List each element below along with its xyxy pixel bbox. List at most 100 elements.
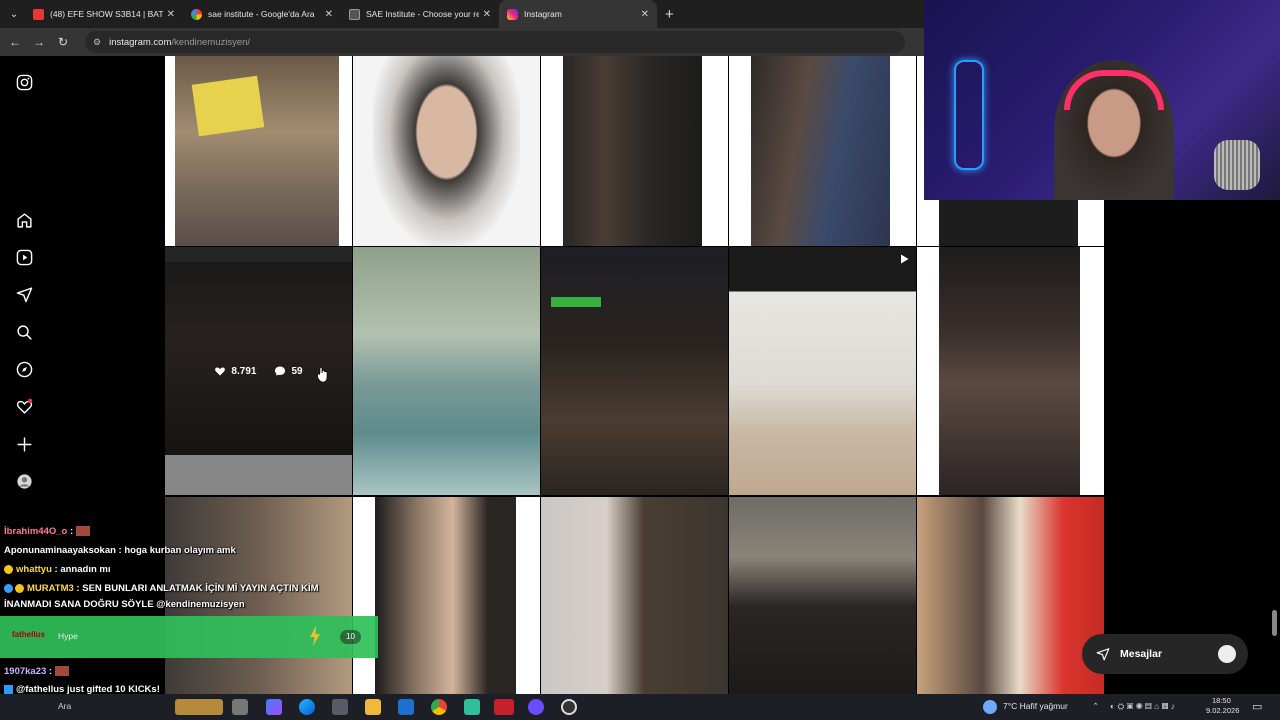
discord-icon[interactable] [528, 699, 544, 715]
url-path: /kendinemuzisyen/ [171, 36, 251, 48]
url-field[interactable]: ⚙ instagram.com /kendinemuzisyen/ [85, 31, 905, 53]
comment-icon [275, 366, 286, 376]
instagram-icon [507, 8, 518, 20]
send-icon [1096, 648, 1110, 661]
post-thumbnail-hovered[interactable]: 8.791 59 [165, 247, 352, 495]
file-explorer-icon[interactable] [365, 699, 381, 715]
copilot-icon[interactable] [266, 699, 282, 715]
chrome-icon[interactable] [431, 699, 447, 715]
tab-title: Instagram [524, 9, 562, 19]
taskbar-search[interactable]: Ara [58, 701, 71, 711]
microphone-shape [1214, 140, 1260, 190]
address-bar: ← → ↻ ⚙ instagram.com /kendinemuzisyen/ [0, 28, 924, 56]
instagram-logo-icon[interactable] [14, 72, 34, 92]
home-icon[interactable] [14, 210, 34, 230]
likes-count: 8.791 [231, 365, 257, 377]
chevron-up-icon[interactable]: ⌃ [1092, 701, 1099, 712]
send-icon[interactable] [14, 284, 34, 304]
obs-icon[interactable] [561, 699, 577, 715]
post-thumbnail[interactable] [541, 247, 728, 495]
store-icon[interactable] [332, 699, 348, 715]
chat-message: 1907ka23 : [4, 666, 69, 677]
create-icon[interactable] [14, 434, 34, 454]
notification-icon[interactable]: ▭ [1252, 700, 1262, 713]
weather-icon [983, 700, 997, 714]
tab-title: SAE Institute - Choose your reg [366, 9, 479, 19]
reload-icon[interactable]: ↻ [51, 35, 75, 49]
post-thumbnail[interactable] [353, 247, 540, 495]
search-highlight-icon [175, 699, 223, 715]
tab-sae[interactable]: SAE Institute - Choose your reg ✕ [341, 0, 499, 28]
task-view-icon[interactable] [232, 699, 248, 715]
voicemeeter-icon[interactable] [494, 699, 514, 715]
avatar [1218, 645, 1236, 663]
outlook-icon[interactable] [398, 699, 414, 715]
bolt-icon [310, 626, 320, 646]
tab-instagram[interactable]: Instagram ✕ [499, 0, 657, 28]
close-icon[interactable]: ✕ [483, 9, 491, 20]
url-host: instagram.com [109, 36, 172, 48]
messages-label: Mesajlar [1120, 648, 1163, 660]
google-icon [191, 8, 202, 20]
emote-icon [75, 526, 90, 537]
screen: ⌄ (48) EFE SHOW S3B14 | BATUFL ✕ sae ins… [0, 0, 1280, 720]
post-thumbnail[interactable] [917, 247, 1104, 495]
reels-icon[interactable] [14, 247, 34, 267]
tab-search-button[interactable]: ⌄ [3, 3, 25, 25]
chat-message: İbrahim44O_o : [4, 526, 90, 537]
comments-stat: 59 [274, 365, 303, 377]
close-icon[interactable]: ✕ [641, 9, 649, 20]
hype-user: fathellus [12, 630, 45, 639]
hype-label: Hype [58, 631, 78, 641]
clock-date[interactable]: 9.02.2026 [1206, 706, 1239, 715]
tab-youtube[interactable]: (48) EFE SHOW S3B14 | BATUFL ✕ [25, 0, 183, 28]
emote-icon [54, 666, 69, 677]
tab-title: sae institute - Google'da Ara [208, 9, 315, 19]
back-icon[interactable]: ← [3, 35, 27, 49]
post-thumbnail[interactable] [541, 56, 728, 246]
tab-title: (48) EFE SHOW S3B14 | BATUFL [50, 9, 163, 19]
tab-google[interactable]: sae institute - Google'da Ara ✕ [183, 0, 341, 28]
post-thumbnail[interactable] [917, 497, 1104, 696]
hype-count: 10 [340, 630, 361, 644]
system-tray-icons[interactable]: ◐ ⛭ ▣ ◉ ▤ ⌂ ▦ ♪ [1110, 701, 1175, 712]
post-thumbnail[interactable] [729, 56, 916, 246]
page-scrollbar[interactable] [1272, 610, 1277, 636]
chat-message: MURATM3 : SEN BUNLARI ANLATMAK İÇİN Mİ Y… [4, 583, 319, 594]
forward-icon[interactable]: → [27, 35, 51, 49]
search-icon[interactable] [14, 322, 34, 342]
explore-icon[interactable] [14, 359, 34, 379]
profile-icon[interactable] [14, 471, 34, 491]
likes-stat: 8.791 [214, 365, 256, 377]
chat-message: Aponunaminaayaksokan : hoga kurban olayı… [4, 545, 236, 556]
sae-icon [349, 8, 360, 20]
heart-filled-icon [215, 367, 226, 376]
close-icon[interactable]: ✕ [325, 9, 333, 20]
play-icon [901, 254, 909, 264]
weather-text[interactable]: 7°C Hafif yağmur [1003, 701, 1068, 711]
clock-time[interactable]: 18:50 [1212, 696, 1231, 705]
messages-button[interactable]: Mesajlar [1082, 634, 1248, 674]
cursor-icon [317, 367, 328, 383]
browser-tab-strip: ⌄ (48) EFE SHOW S3B14 | BATUFL ✕ sae ins… [0, 0, 924, 28]
close-icon[interactable]: ✕ [167, 9, 175, 20]
post-thumbnail[interactable] [165, 56, 352, 246]
badge-icon [15, 583, 24, 593]
youtube-icon [33, 8, 44, 20]
badge-icon [4, 564, 13, 574]
streamer-webcam [924, 0, 1280, 200]
windows-taskbar: Ara 7°C Hafif yağmur ⌃ ◐ ⛭ ▣ ◉ ▤ ⌂ ▦ ♪ 1… [0, 694, 1280, 720]
new-tab-button[interactable]: + [665, 6, 674, 23]
app-icon[interactable] [464, 699, 480, 715]
post-thumbnail[interactable] [729, 247, 916, 495]
post-thumbnail[interactable] [353, 56, 540, 246]
edge-icon[interactable] [299, 699, 315, 715]
heart-icon[interactable] [14, 396, 34, 416]
guitar-shape [954, 60, 984, 170]
post-thumbnail[interactable] [729, 497, 916, 696]
post-thumbnail[interactable] [541, 497, 728, 696]
hype-bar: fathellus Hype 10 [0, 616, 378, 658]
post-thumbnail[interactable] [353, 497, 540, 696]
badge-icon [4, 583, 13, 593]
site-info-icon[interactable]: ⚙ [93, 37, 101, 48]
